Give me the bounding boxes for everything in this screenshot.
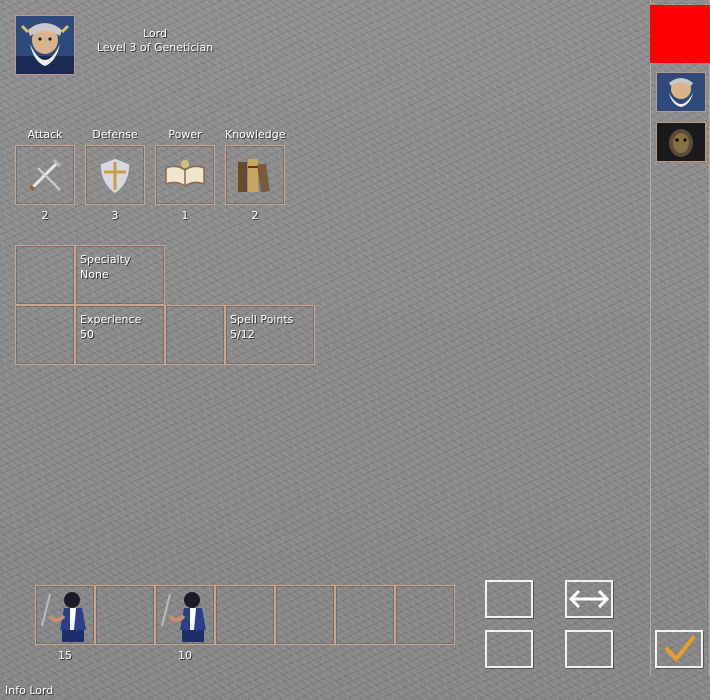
status-bar: Info Lord [5, 684, 54, 697]
army-slot-3-count: 10 [178, 649, 192, 662]
dismiss-hero-button[interactable] [485, 630, 533, 668]
formation-button[interactable] [565, 630, 613, 668]
army-slot-2[interactable] [95, 585, 155, 645]
army-slot-7[interactable] [395, 585, 455, 645]
bearded-hero-portrait-icon [16, 16, 74, 74]
spell-points-label: Spell Points [230, 313, 294, 326]
pikeman-icon [41, 592, 86, 642]
attack-value: 2 [41, 209, 49, 222]
spell-points-panel[interactable]: Spell Points 5/12 [225, 305, 315, 365]
army-slot-5[interactable] [275, 585, 335, 645]
experience-label: Experience [80, 313, 142, 326]
attack-label: Attack [27, 128, 63, 141]
specialty-panel[interactable]: Specialty None [75, 245, 165, 305]
specialty-icon-slot[interactable] [15, 245, 75, 305]
experience-icon-slot[interactable] [15, 305, 75, 365]
army-slot-4[interactable] [215, 585, 275, 645]
checkmark-icon [665, 636, 695, 663]
split-stack-button[interactable] [485, 580, 533, 618]
specialty-label: Specialty [80, 253, 131, 266]
power-label: Power [168, 128, 202, 141]
hero-list-item-1[interactable] [656, 72, 706, 112]
spell-points-icon-slot[interactable] [165, 305, 225, 365]
bearded-hero-portrait-icon [657, 73, 705, 111]
knowledge-label: Knowledge [225, 128, 286, 141]
ok-button[interactable] [655, 630, 703, 668]
attack-skill[interactable] [15, 145, 75, 205]
knowledge-skill[interactable] [225, 145, 285, 205]
hero-class-level: Level 3 of Genetician [96, 41, 214, 54]
defense-value: 3 [111, 209, 119, 222]
player-color-flag [650, 5, 710, 63]
defense-skill[interactable] [85, 145, 145, 205]
defense-label: Defense [92, 128, 138, 141]
shield-icon [99, 157, 131, 195]
specialty-value: None [80, 268, 109, 281]
army-slot-1[interactable] [35, 585, 95, 645]
hero-list-item-2[interactable] [656, 122, 706, 162]
army-slot-3[interactable] [155, 585, 215, 645]
spellbook-icon [165, 160, 205, 187]
masked-hero-portrait-icon [657, 123, 705, 161]
sword-icon [28, 158, 62, 192]
power-value: 1 [181, 209, 189, 222]
hero-name: Lord [143, 27, 167, 40]
spell-points-value: 5/12 [230, 328, 255, 341]
army-slot-6[interactable] [335, 585, 395, 645]
experience-value: 50 [80, 328, 94, 341]
swap-arrows-icon [568, 589, 610, 609]
books-icon [238, 159, 270, 193]
pikeman-icon [161, 592, 206, 642]
experience-panel[interactable]: Experience 50 [75, 305, 165, 365]
knowledge-value: 2 [251, 209, 259, 222]
hero-portrait[interactable] [15, 15, 75, 75]
power-skill[interactable] [155, 145, 215, 205]
army-slot-1-count: 15 [58, 649, 72, 662]
swap-button[interactable] [565, 580, 613, 618]
